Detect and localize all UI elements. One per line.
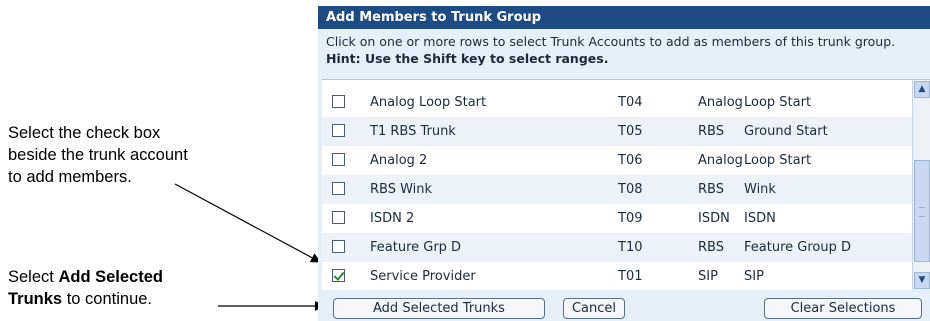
trunk-type-cell: ISDN [698,211,730,226]
trunk-name-cell: Service Provider [370,269,476,284]
table-row[interactable]: RBS Wink T08 RBS Wink [322,175,912,204]
row-checkbox[interactable] [332,153,345,166]
trunk-type-cell: RBS [698,240,724,255]
trunk-id-cell: T04 [618,95,643,110]
trunk-signaling-cell: Ground Start [744,124,828,139]
arrow-down-icon[interactable]: ▼ [914,272,930,289]
table-row[interactable]: T1 RBS Trunk T05 RBS Ground Start [322,117,912,146]
table-row[interactable]: Analog Loop Start T04 Analog Loop Start [322,88,912,117]
trunk-type-cell: RBS [698,182,724,197]
clear-selections-button[interactable]: Clear Selections [764,298,922,319]
grip-icon [919,207,925,217]
cancel-button[interactable]: Cancel [563,298,625,319]
dialog-title: Add Members to Trunk Group [318,6,930,29]
trunk-signaling-cell: SIP [744,269,764,284]
trunk-type-cell: Analog [698,95,743,110]
trunk-name-cell: T1 RBS Trunk [370,124,456,139]
row-checkbox[interactable] [332,211,345,224]
trunk-signaling-cell: Feature Group D [744,240,851,255]
callout-arrow-checkbox [174,183,321,263]
callout-line: beside the trunk account [8,146,188,164]
trunk-type-cell: SIP [698,269,718,284]
callout-add-selected: Select Add Selected Trunks to continue. [8,266,308,310]
callout-text: to continue. [62,290,153,308]
row-checkbox[interactable] [332,182,345,195]
callout-bold-text: Trunks [8,290,63,308]
row-checkbox[interactable] [332,269,345,282]
trunk-name-cell: Analog 2 [370,153,428,168]
row-checkbox[interactable] [332,95,345,108]
instruction-hint: Hint: Use the Shift key to select ranges… [326,51,609,66]
trunk-id-cell: T01 [618,269,643,284]
dialog-instruction: Click on one or more rows to select Trun… [326,33,926,67]
trunk-accounts-grid[interactable]: Analog Loop Start T04 Analog Loop Start T1 R… [322,79,930,290]
table-row[interactable]: Analog 2 T06 Analog Loop Start [322,146,912,175]
callout-line: to add members. [8,168,132,186]
callout-line: Select the check box [8,124,161,142]
trunk-id-cell: T05 [618,124,643,139]
trunk-type-cell: Analog [698,153,743,168]
trunk-signaling-cell: Loop Start [744,153,812,168]
trunk-id-cell: T06 [618,153,643,168]
trunk-name-cell: Analog Loop Start [370,95,487,110]
scrollbar-thumb[interactable] [914,160,930,262]
table-row[interactable]: Feature Grp D T10 RBS Feature Group D [322,233,912,262]
trunk-type-cell: RBS [698,124,724,139]
trunk-name-cell: ISDN 2 [370,211,415,226]
callout-line: Trunks to continue. [8,288,308,310]
add-members-dialog: Add Members to Trunk Group Click on one … [318,6,930,321]
instruction-text: Click on one or more rows to select Trun… [326,34,896,49]
trunk-name-cell: RBS Wink [370,182,433,197]
trunk-signaling-cell: Wink [744,182,776,197]
trunk-signaling-cell: Loop Start [744,95,812,110]
grid-scrollbar[interactable]: ▲ ▼ [912,80,930,290]
row-checkbox[interactable] [332,124,345,137]
trunk-signaling-cell: ISDN [744,211,776,226]
callout-bold-text: Add Selected [58,268,163,286]
trunk-id-cell: T08 [618,182,643,197]
trunk-id-cell: T09 [618,211,643,226]
row-checkbox[interactable] [332,240,345,253]
table-row[interactable]: Service Provider T01 SIP SIP [322,262,912,290]
arrow-up-icon[interactable]: ▲ [914,81,930,98]
callout-line: Select Add Selected [8,266,308,288]
table-row[interactable]: ISDN 2 T09 ISDN ISDN [322,204,912,233]
trunk-id-cell: T10 [618,240,643,255]
trunk-name-cell: Feature Grp D [370,240,462,255]
callout-check-box: Select the check box beside the trunk ac… [8,122,308,188]
add-selected-trunks-button[interactable]: Add Selected Trunks [333,298,545,319]
callout-text: Select [8,268,59,286]
